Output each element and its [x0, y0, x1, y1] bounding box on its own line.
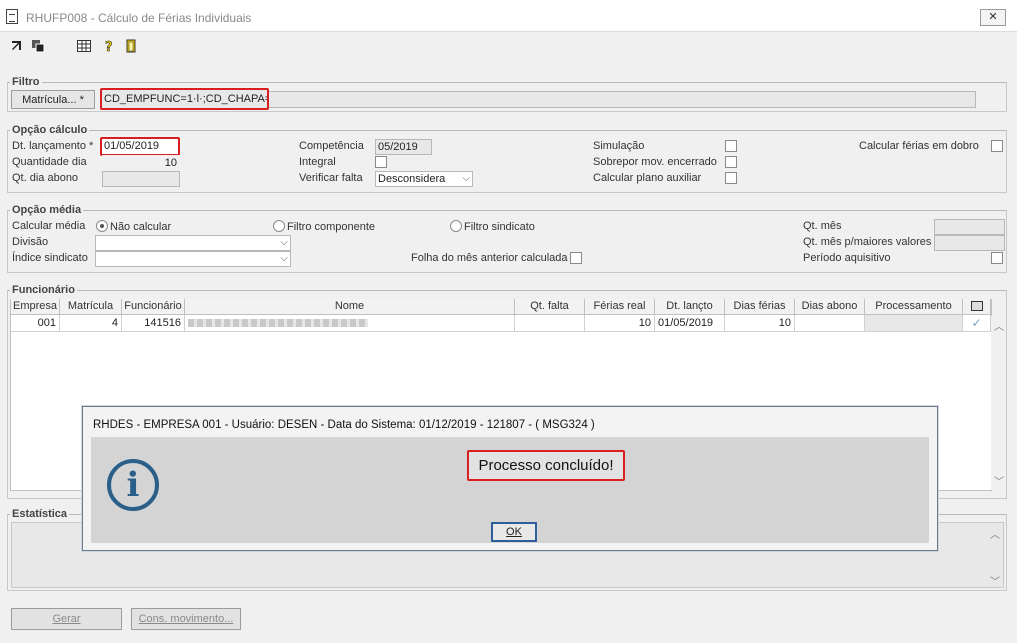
radio-filtro-sindicato-label: Filtro sindicato [464, 221, 535, 233]
cell-ferias-real[interactable]: 10 [585, 315, 655, 332]
plano-auxiliar-label: Calcular plano auxiliar [593, 172, 702, 184]
funcionario-legend: Funcionário [10, 284, 77, 296]
chevron-down-icon: ⌵ [462, 173, 470, 184]
periodo-aquisitivo-checkbox[interactable] [991, 252, 1003, 264]
folha-mes-anterior-label: Folha do mês anterior calculada [411, 252, 568, 264]
cell-dt-lancto[interactable]: 01/05/2019 [655, 315, 725, 332]
radio-filtro-componente-label: Filtro componente [287, 221, 376, 233]
verificar-falta-label: Verificar falta [299, 172, 363, 184]
svg-text:?: ? [105, 40, 113, 53]
col-dt-lancto[interactable]: Dt. lançto [655, 299, 725, 315]
integral-label: Integral [299, 156, 336, 168]
filtro-legend: Filtro [10, 76, 42, 88]
enter-icon[interactable] [10, 39, 24, 53]
blurred-name [188, 319, 368, 327]
ferias-dobro-checkbox[interactable] [991, 140, 1003, 152]
simulacao-label: Simulação [593, 140, 645, 152]
sobrepor-label: Sobrepor mov. encerrado [593, 156, 717, 168]
integral-checkbox[interactable] [375, 156, 387, 168]
radio-filtro-sindicato[interactable] [450, 220, 462, 232]
scroll-up-icon[interactable]: ︿ [990, 526, 1000, 541]
qt-dia-abono-field [102, 171, 180, 187]
dialog-title: RHDES - EMPRESA 001 - Usuário: DESEN - D… [93, 419, 595, 431]
chevron-down-icon: ⌵ [280, 237, 288, 248]
indice-sindicato-select[interactable]: ⌵ [95, 251, 291, 267]
grid-icon[interactable] [77, 39, 91, 53]
simulacao-checkbox[interactable] [725, 140, 737, 152]
divisao-label: Divisão [12, 236, 49, 248]
col-empresa[interactable]: Empresa [11, 299, 60, 315]
window-title: RHUFP008 - Cálculo de Férias Individuais [26, 11, 252, 25]
periodo-aquisitivo-label: Período aquisitivo [803, 252, 891, 264]
col-ferias-real[interactable]: Férias real [585, 299, 655, 315]
close-button[interactable]: ✕ [980, 9, 1006, 26]
qt-mes-maiores-label: Qt. mês p/maiores valores [803, 236, 932, 248]
radio-nao-calcular-label: Não calcular [110, 221, 172, 233]
document-icon [6, 9, 18, 24]
chevron-down-icon: ⌵ [280, 253, 288, 264]
sobrepor-checkbox[interactable] [725, 156, 737, 168]
qt-dia-abono-label: Qt. dia abono [12, 172, 79, 184]
cell-dias-abono[interactable] [795, 315, 865, 332]
cell-empresa[interactable]: 001 [11, 315, 60, 332]
copy-icon[interactable] [31, 39, 45, 53]
indice-sindicato-label: Índice sindicato [12, 252, 88, 264]
opcao-calculo-legend: Opção cálculo [10, 124, 90, 136]
cell-nome[interactable] [185, 315, 515, 332]
cons-movimento-button[interactable]: Cons. movimento... [131, 608, 241, 630]
scroll-down-icon[interactable]: ﹀ [990, 573, 1000, 588]
info-icon: i [107, 459, 159, 511]
dt-lancamento-label: Dt. lançamento * [12, 140, 94, 152]
ferias-dobro-label: Calcular férias em dobro [859, 140, 979, 152]
divisao-select[interactable]: ⌵ [95, 235, 291, 251]
radio-filtro-componente[interactable] [273, 220, 285, 232]
col-qt-falta[interactable]: Qt. falta [515, 299, 585, 315]
verificar-falta-value: Desconsidera [378, 173, 446, 185]
qt-mes-label: Qt. mês [803, 220, 842, 232]
ok-button[interactable]: OK [491, 522, 537, 542]
quantidade-dia-label: Quantidade dia [12, 156, 87, 168]
cell-matricula[interactable]: 4 [60, 315, 122, 332]
col-funcionario[interactable]: Funcionário [122, 299, 185, 315]
radio-nao-calcular[interactable] [96, 220, 108, 232]
calcular-media-label: Calcular média [12, 220, 86, 232]
filter-value-field[interactable]: CD_EMPFUNC=1·l·;CD_CHAPA=4 [100, 88, 269, 110]
quantidade-dia-field[interactable]: 10 [102, 155, 180, 171]
help-icon[interactable]: ? [102, 39, 116, 56]
dt-lancamento-field[interactable]: 01/05/2019 [100, 137, 180, 156]
cell-qt-falta[interactable] [515, 315, 585, 332]
qt-mes-maiores-field [934, 235, 1005, 251]
folha-mes-anterior-checkbox[interactable] [570, 252, 582, 264]
col-nome[interactable]: Nome [185, 299, 515, 315]
cell-funcionario[interactable]: 141516 [122, 315, 185, 332]
competencia-field: 05/2019 [375, 139, 432, 155]
estatistica-legend: Estatística [10, 508, 70, 520]
col-dias-abono[interactable]: Dias abono [795, 299, 865, 315]
cell-processamento [865, 315, 963, 332]
col-select-all[interactable] [963, 299, 991, 315]
filter-extension-field [268, 91, 976, 108]
gerar-button[interactable]: Gerar [11, 608, 122, 630]
scroll-up-icon[interactable]: ︿ [994, 318, 1004, 333]
cell-dias-ferias[interactable]: 10 [725, 315, 795, 332]
opcao-media-legend: Opção média [10, 204, 84, 216]
qt-mes-field [934, 219, 1005, 235]
dialog-body: i Processo concluído! OK [91, 437, 929, 543]
message-dialog: RHDES - EMPRESA 001 - Usuário: DESEN - D… [82, 406, 938, 551]
cell-select[interactable]: ✓ [963, 315, 991, 332]
exit-icon[interactable] [125, 39, 139, 53]
dialog-message: Processo concluído! [467, 450, 625, 481]
funcionario-scrollbar[interactable]: ︿ ﹀ [991, 316, 1006, 490]
scroll-down-icon[interactable]: ﹀ [994, 473, 1004, 488]
competencia-label: Competência [299, 140, 364, 152]
verificar-falta-select[interactable]: Desconsidera ⌵ [375, 171, 473, 187]
col-matricula[interactable]: Matrícula [60, 299, 122, 315]
select-all-icon[interactable] [970, 301, 983, 311]
plano-auxiliar-checkbox[interactable] [725, 172, 737, 184]
matricula-button[interactable]: Matrícula... * [11, 90, 95, 109]
col-dias-ferias[interactable]: Dias férias [725, 299, 795, 315]
toolbar [0, 33, 1017, 61]
check-icon: ✓ [971, 316, 982, 330]
col-processamento[interactable]: Processamento [865, 299, 963, 315]
